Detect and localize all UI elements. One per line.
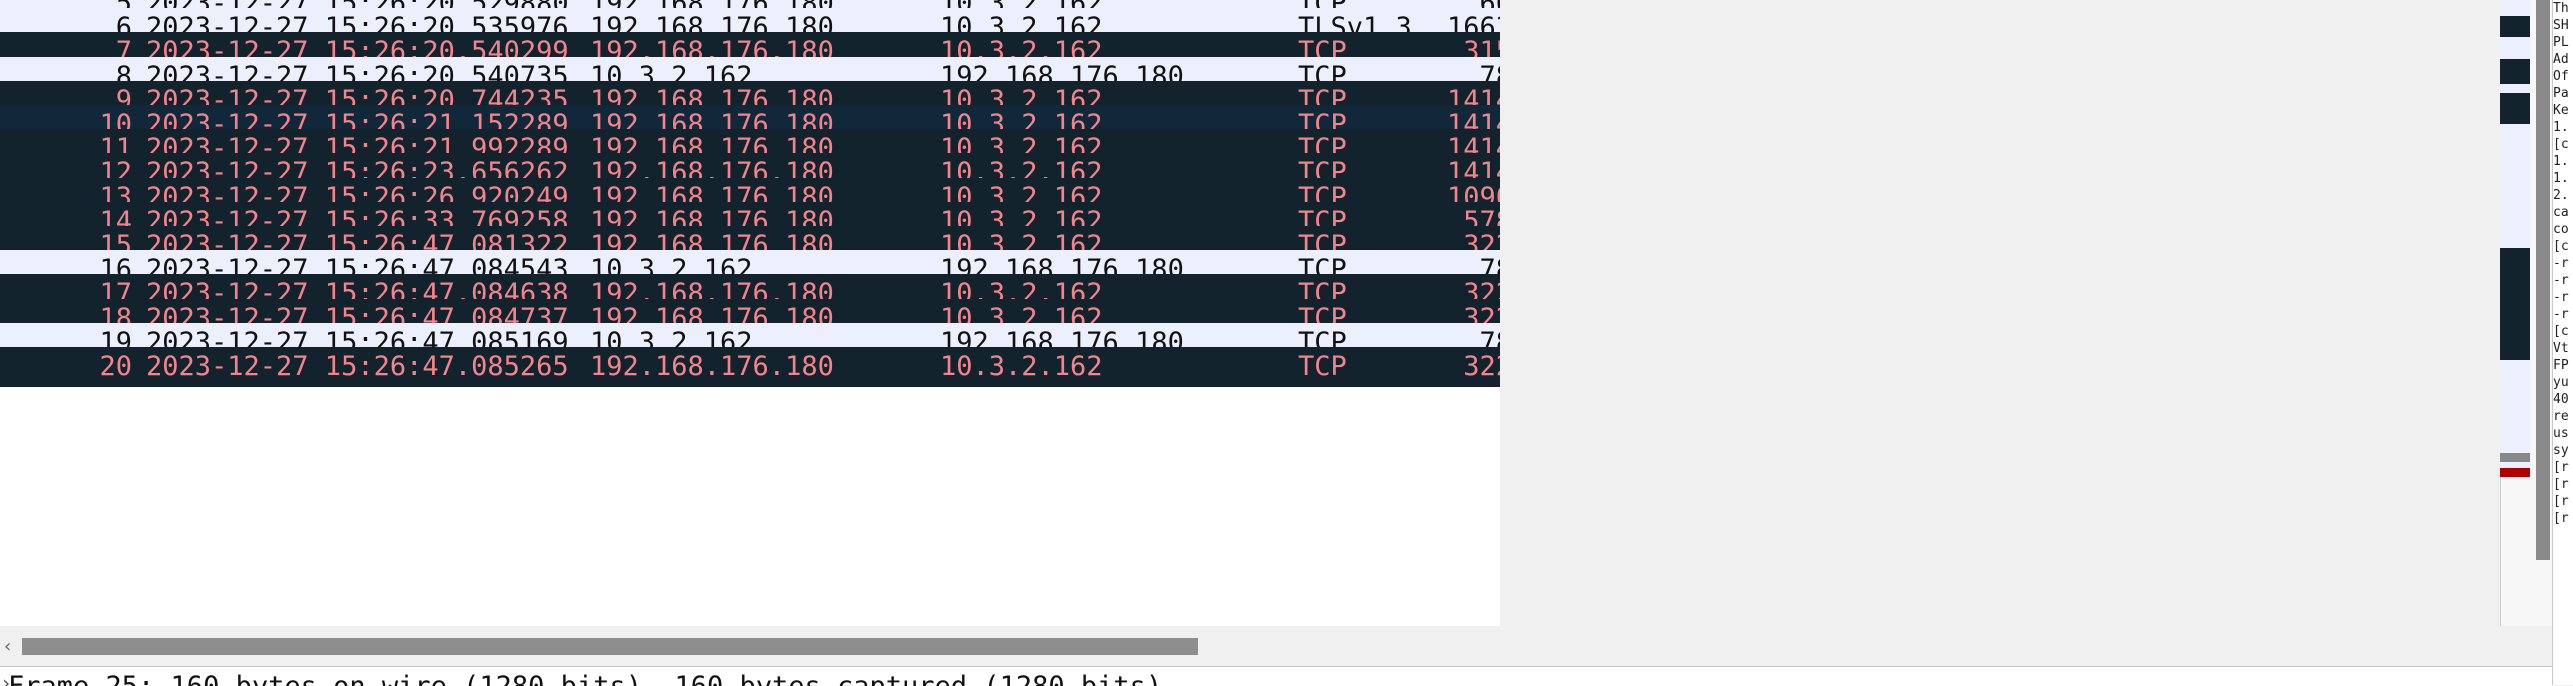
packet-destination: 10.3.2.162 (940, 351, 1103, 382)
bytes-line: yu (2553, 375, 2569, 390)
bytes-line: [c (2553, 239, 2569, 254)
packet-bytes-pane: Th SH PL Ad Of Pa Ke 1. [c 1. 1. 2. ca co [c -r -r -r -r [c… (2552, 0, 2573, 685)
minimap-segment (2500, 124, 2530, 248)
bytes-line: sy (2553, 443, 2569, 458)
bytes-line: PL (2553, 35, 2569, 50)
minimap-segment (2500, 0, 2530, 16)
minimap-segment (2500, 452, 2530, 462)
bytes-line: -r (2553, 290, 2569, 305)
bytes-line: -r (2553, 256, 2569, 271)
bytes-line: SH (2553, 18, 2569, 33)
packet-minimap[interactable] (2500, 0, 2530, 620)
minimap-segment (2500, 359, 2530, 453)
packet-row[interactable]: 20 2023-12-27 15:26:47.085265 192.168.176.… (0, 347, 1500, 387)
horizontal-scroll-thumb[interactable] (22, 638, 1198, 655)
bytes-line: Th (2553, 1, 2569, 16)
bytes-line: FP (2553, 358, 2569, 373)
packet-source: 192.168.176.180 (590, 351, 834, 382)
bytes-line: [c (2553, 137, 2569, 152)
scroll-left-icon[interactable]: ‹ (4, 636, 11, 657)
bytes-line: -r (2553, 307, 2569, 322)
bytes-line: [r (2553, 477, 2569, 492)
frame-summary-row[interactable]: Frame 25: 160 bytes on wire (1280 bits),… (8, 671, 1162, 686)
bytes-line: 1. (2553, 154, 2569, 169)
minimap-segment (2500, 58, 2530, 84)
bytes-line: ca (2553, 205, 2569, 220)
bytes-line: Of (2553, 69, 2569, 84)
bytes-line: -r (2553, 273, 2569, 288)
bytes-line: 40 (2553, 392, 2569, 407)
bytes-line: [c (2553, 324, 2569, 339)
packet-protocol: TCP (1298, 351, 1347, 382)
bytes-line: [r (2553, 460, 2569, 475)
bytes-line: re (2553, 409, 2569, 424)
bytes-line: 2. (2553, 188, 2569, 203)
minimap-segment (2500, 468, 2530, 478)
bytes-line: 1. (2553, 171, 2569, 186)
bytes-line: 1. (2553, 120, 2569, 135)
bytes-line: Pa (2553, 86, 2569, 101)
bytes-line: Ad (2553, 52, 2569, 67)
bytes-line: Ke (2553, 103, 2569, 118)
vertical-scroll-thumb[interactable] (2536, 0, 2550, 560)
bytes-line: us (2553, 426, 2569, 441)
minimap-segment (2500, 37, 2530, 59)
bytes-line: co (2553, 222, 2569, 237)
minimap-segment (2500, 93, 2530, 124)
bytes-line: Vt (2553, 341, 2569, 356)
packet-number: 20 (99, 351, 132, 382)
packet-length: 322 (1463, 351, 1500, 382)
packet-list[interactable]: 52023-12-27 15:26:20.529880192.168.176.1… (0, 0, 1500, 626)
packet-time: 2023-12-27 15:26:47.085265 (146, 351, 569, 382)
bytes-line: [r (2553, 511, 2569, 526)
bytes-line: [r (2553, 494, 2569, 509)
minimap-segment (2500, 83, 2530, 93)
packet-details-pane[interactable]: › Frame 25: 160 bytes on wire (1280 bits… (0, 666, 2552, 686)
minimap-segment (2500, 248, 2530, 360)
minimap-segment (2500, 15, 2530, 38)
